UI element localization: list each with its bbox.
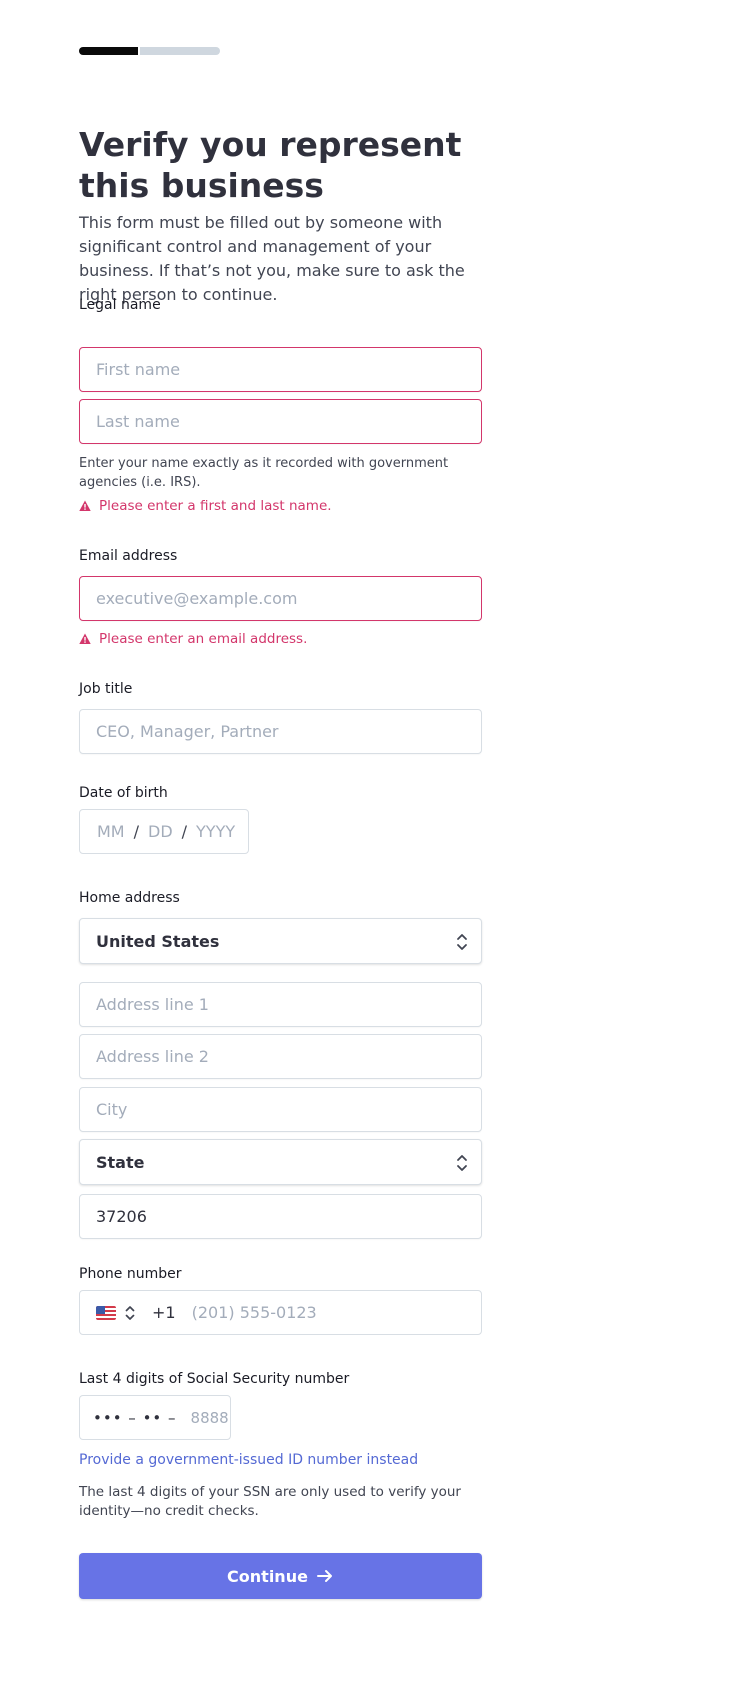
first-name-input[interactable]: First name xyxy=(79,347,482,392)
state-value: State xyxy=(96,1152,145,1172)
job-title-label: Job title xyxy=(79,681,133,697)
verify-representative-page: Verify you represent this business This … xyxy=(0,0,751,1703)
address-line1-input[interactable]: Address line 1 xyxy=(79,982,482,1027)
page-intro: This form must be filled out by someone … xyxy=(79,213,465,304)
last-name-input[interactable]: Last name xyxy=(79,399,482,444)
chevron-up-down-icon xyxy=(457,934,467,950)
dob-separator: / xyxy=(133,822,139,841)
warning-icon xyxy=(79,633,91,644)
ssn-last4-input[interactable]: ••• – •• – 8888 xyxy=(79,1395,231,1440)
email-placeholder: executive@example.com xyxy=(96,589,298,608)
progress-remaining xyxy=(140,47,220,55)
job-title-input[interactable]: CEO, Manager, Partner xyxy=(79,709,482,754)
arrow-right-icon xyxy=(316,1570,332,1582)
email-error-text: Please enter an email address. xyxy=(99,631,308,647)
phone-label: Phone number xyxy=(79,1266,182,1282)
dob-month-field[interactable]: MM xyxy=(97,822,125,841)
phone-country-code: +1 xyxy=(152,1303,176,1322)
us-flag-icon[interactable] xyxy=(96,1305,116,1320)
dob-year-field[interactable]: YYYY xyxy=(196,822,235,841)
ssn-help: The last 4 digits of your SSN are only u… xyxy=(79,1484,461,1519)
email-label: Email address xyxy=(79,548,178,564)
legal-name-label: Legal name xyxy=(79,297,161,313)
first-name-placeholder: First name xyxy=(96,360,181,379)
phone-placeholder: (201) 555-0123 xyxy=(191,1303,317,1322)
ssn-mask: ••• – •• – xyxy=(93,1408,177,1427)
state-select[interactable]: State xyxy=(79,1139,482,1185)
last-name-placeholder: Last name xyxy=(96,412,180,431)
continue-label: Continue xyxy=(227,1566,308,1586)
legal-name-error: Please enter a first and last name. xyxy=(79,498,332,514)
email-input[interactable]: executive@example.com xyxy=(79,576,482,621)
zip-value: 37206 xyxy=(96,1207,147,1226)
address-line2-placeholder: Address line 2 xyxy=(96,1047,209,1066)
city-placeholder: City xyxy=(96,1100,128,1119)
address-line1-placeholder: Address line 1 xyxy=(96,995,209,1014)
email-error: Please enter an email address. xyxy=(79,631,307,647)
dob-separator: / xyxy=(181,822,188,841)
legal-name-help: Enter your name exactly as it recorded w… xyxy=(79,456,449,490)
ssn-placeholder: 8888 xyxy=(190,1408,229,1427)
dob-input[interactable]: MM / DD / YYYY xyxy=(79,809,249,854)
job-title-placeholder: CEO, Manager, Partner xyxy=(96,722,279,741)
zip-input[interactable]: 37206 xyxy=(79,1194,482,1239)
continue-button[interactable]: Continue xyxy=(79,1553,482,1599)
warning-icon xyxy=(79,500,91,511)
city-input[interactable]: City xyxy=(79,1087,482,1132)
progress-bar xyxy=(79,47,220,55)
country-select[interactable]: United States xyxy=(79,918,482,964)
phone-input[interactable]: +1 (201) 555-0123 xyxy=(79,1290,482,1335)
home-address-label: Home address xyxy=(79,890,180,906)
dob-day-field[interactable]: DD xyxy=(148,822,173,841)
government-id-link[interactable]: Provide a government-issued ID number in… xyxy=(79,1452,418,1468)
ssn-label: Last 4 digits of Social Security number xyxy=(79,1371,350,1387)
page-title: Verify you represent this business xyxy=(79,125,462,205)
country-value: United States xyxy=(96,931,220,951)
progress-completed xyxy=(79,47,139,55)
chevron-up-down-icon xyxy=(457,1155,467,1171)
chevron-up-down-icon[interactable] xyxy=(124,1304,136,1322)
legal-name-error-text: Please enter a first and last name. xyxy=(99,498,332,514)
address-line2-input[interactable]: Address line 2 xyxy=(79,1034,482,1079)
dob-label: Date of birth xyxy=(79,785,168,801)
